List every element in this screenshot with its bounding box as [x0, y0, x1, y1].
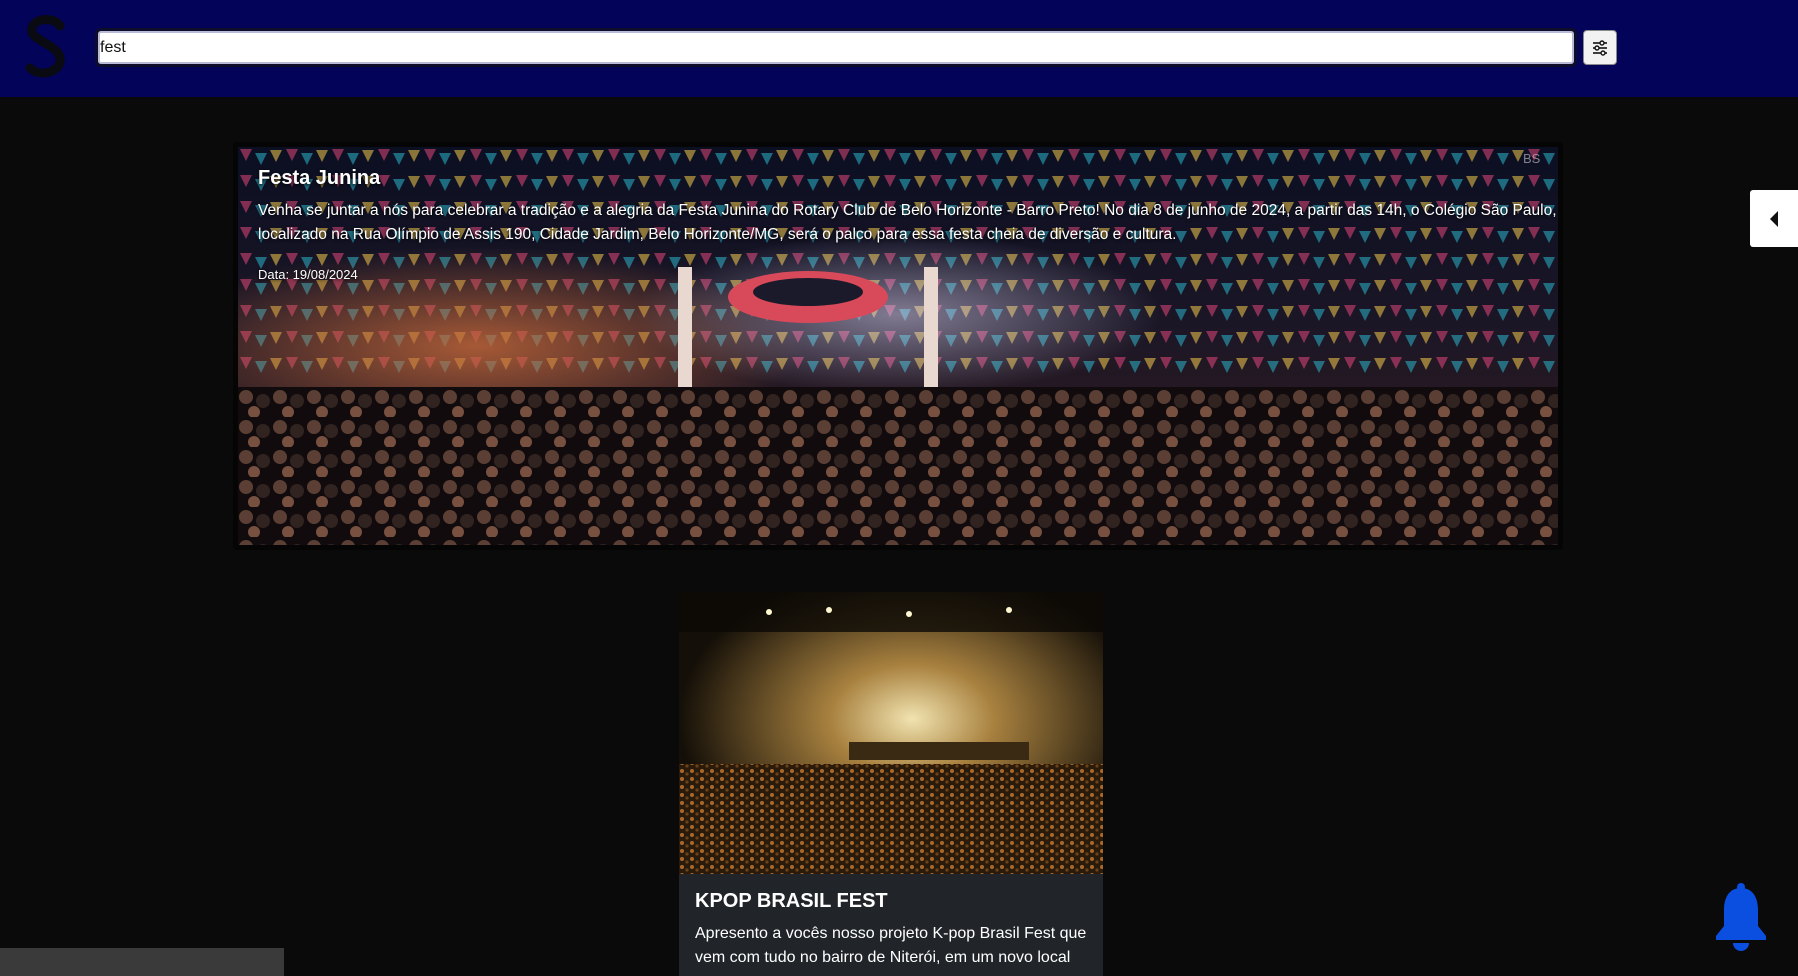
- bottom-left-panel: [0, 948, 284, 976]
- sidebar-toggle-button[interactable]: [1750, 190, 1798, 247]
- bell-icon[interactable]: [1712, 882, 1770, 954]
- caret-left-icon: [1770, 210, 1778, 227]
- event-card-image: [679, 592, 1103, 874]
- watermark-text: BS: [1523, 151, 1541, 166]
- featured-description: Venha se juntar a nós para celebrar a tr…: [258, 202, 1557, 243]
- filter-button[interactable]: [1583, 30, 1617, 65]
- featured-date: Data: 19/08/2024: [258, 267, 358, 282]
- top-navbar: [0, 0, 1798, 97]
- search-field[interactable]: [95, 28, 1577, 67]
- search-input[interactable]: [98, 31, 1574, 64]
- s-logo-icon[interactable]: [22, 12, 70, 82]
- event-card-title[interactable]: KPOP BRASIL FEST: [695, 890, 888, 913]
- event-card-description: Apresento a vocês nosso projeto K-pop Br…: [695, 925, 1087, 966]
- event-card[interactable]: KPOP BRASIL FEST Apresento a vocês nosso…: [679, 592, 1103, 976]
- sliders-icon: [1593, 39, 1607, 56]
- featured-title: Festa Junina: [258, 167, 381, 189]
- featured-event-banner[interactable]: BS Festa Junina Venha se juntar a nós pa…: [233, 142, 1563, 550]
